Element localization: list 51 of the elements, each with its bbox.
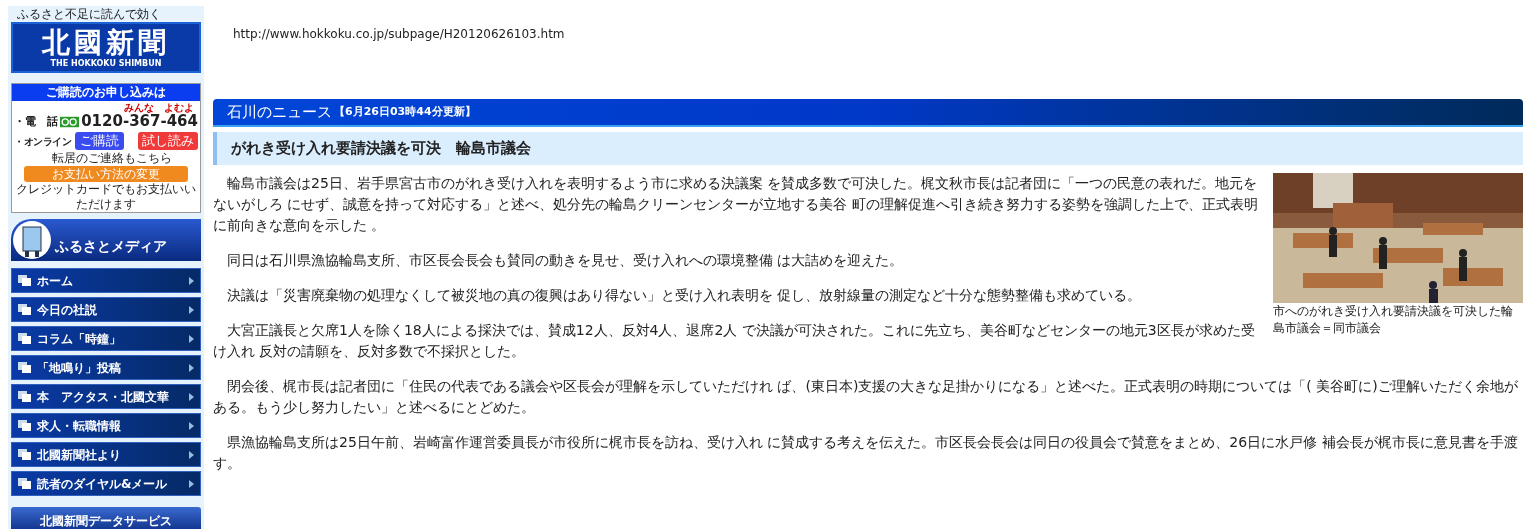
pages-icon: [18, 478, 31, 489]
phone-number: 0120-367-464: [81, 113, 198, 130]
subscribe-button[interactable]: ご購読: [75, 132, 124, 150]
nav-item[interactable]: 本 アクタス・北國文華: [11, 384, 201, 409]
article-paragraph: 決議は「災害廃棄物の処理なくして被災地の真の復興はあり得ない」と受け入れ表明を 促し、放射線量の測定など十分な態勢整備も求めている。: [226, 286, 1143, 305]
article-paragraph: 閉会後、梶市長は記者団に「住民の代表である議会や区長会が理解を示していただけれ ば、(東日本)支援の大きな足掛かりになる」と述べた。正式表明の時期については「( 美谷町に)ご理解いただく余地がある。もう少し努力したい」と述べるにとどめた。: [213, 377, 1519, 417]
article-paragraph: 県漁協輪島支所は25日午前、岩崎富作運営委員長が市役所に梶市長を訪ね、受け入れ に賛成する考えを伝えた。市区長会長会は同日の役員会で賛意をまとめ、26日に水戸修 補会長が梶市長に意見書を手渡す。: [213, 433, 1519, 473]
pages-icon: [18, 449, 31, 460]
nav-item[interactable]: 「地鳴り」投稿: [11, 355, 201, 380]
tagline: ふるさと不足に読んで効く: [16, 6, 161, 22]
photo-caption: 市へのがれき受け入れ要請決議を可決した輪島市議会＝同市議会: [1273, 303, 1514, 337]
pages-icon: [18, 275, 31, 286]
phone-reading: みんな: [124, 102, 154, 113]
nav-item[interactable]: 北國新聞社より: [11, 442, 201, 467]
arrow-icon: [189, 276, 194, 285]
moving-note: 転居のご連絡もこちら: [51, 150, 173, 166]
mascot-icon: [13, 219, 51, 261]
nav-item[interactable]: 今日の社説: [11, 297, 201, 322]
update-time: 【6月26日03時44分更新】: [334, 103, 476, 120]
online-label: ・オンライン: [14, 134, 71, 149]
arrow-icon: [189, 421, 194, 430]
nav-item[interactable]: コラム「時鐘」: [11, 326, 201, 351]
arrow-icon: [189, 392, 194, 401]
article-paragraph: 大宮正議長と欠席1人を除く18人による採決では、賛成12人、反対4人、退席2人 で決議が可決された。これに先立ち、美谷町などセンターの地元3区長が求めた受け入れ 反対の請願を、反対多数で不採択とした。: [213, 321, 1256, 361]
pages-icon: [18, 391, 31, 402]
phone-label: ・電 話: [14, 113, 58, 130]
panel-heading: ご購読のお申し込みは: [12, 84, 200, 101]
data-service-banner[interactable]: 北國新聞データサービス: [11, 507, 201, 529]
logo[interactable]: 北國新聞 THE HOKKOKU SHIMBUN: [11, 22, 201, 73]
pages-icon: [18, 362, 31, 373]
pages-icon: [18, 333, 31, 344]
arrow-icon: [189, 305, 194, 314]
pages-icon: [18, 420, 31, 431]
phone-reading: よむよ: [164, 102, 194, 113]
arrow-icon: [189, 363, 194, 372]
nav-item[interactable]: ホーム: [11, 268, 201, 293]
article-paragraph: 同日は石川県漁協輪島支所、市区長会長会も賛同の動きを見せ、受け入れへの環境整備 は大詰めを迎えた。: [226, 251, 905, 270]
trial-button[interactable]: 試し読み: [138, 132, 198, 150]
page-url: http://www.hokkoku.co.jp/subpage/H20120626103.htm: [233, 26, 566, 42]
freedial-icon: [60, 116, 80, 128]
card-note: クレジットカードでもお支払いいただけます: [15, 182, 197, 212]
nav-item[interactable]: 読者のダイヤル&メール: [11, 471, 201, 496]
nav-item[interactable]: 求人・転職情報: [11, 413, 201, 438]
arrow-icon: [189, 450, 194, 459]
section-title: 石川のニュース: [227, 101, 332, 123]
headline: がれき受け入れ要請決議を可決 輪島市議会: [213, 132, 1523, 165]
article-paragraph: 輪島市議会は25日、岩手県宮古市のがれき受け入れを表明するよう市に求める決議案 を賛成多数で可決した。梶文秋市長は記者団に「一つの民意の表れだ。地元をないがしろ にせず、誠意を持って対応する」と述べ、処分先の輪島クリーンセンターが立地する美谷 町の理解促進へ引き続き努力する姿勢を強調した上で、正式表明に前向きな意向を示した 。: [213, 174, 1259, 235]
media-banner[interactable]: ふるさとメディア: [11, 219, 201, 261]
arrow-icon: [189, 479, 194, 488]
arrow-icon: [189, 334, 194, 343]
pages-icon: [18, 304, 31, 315]
